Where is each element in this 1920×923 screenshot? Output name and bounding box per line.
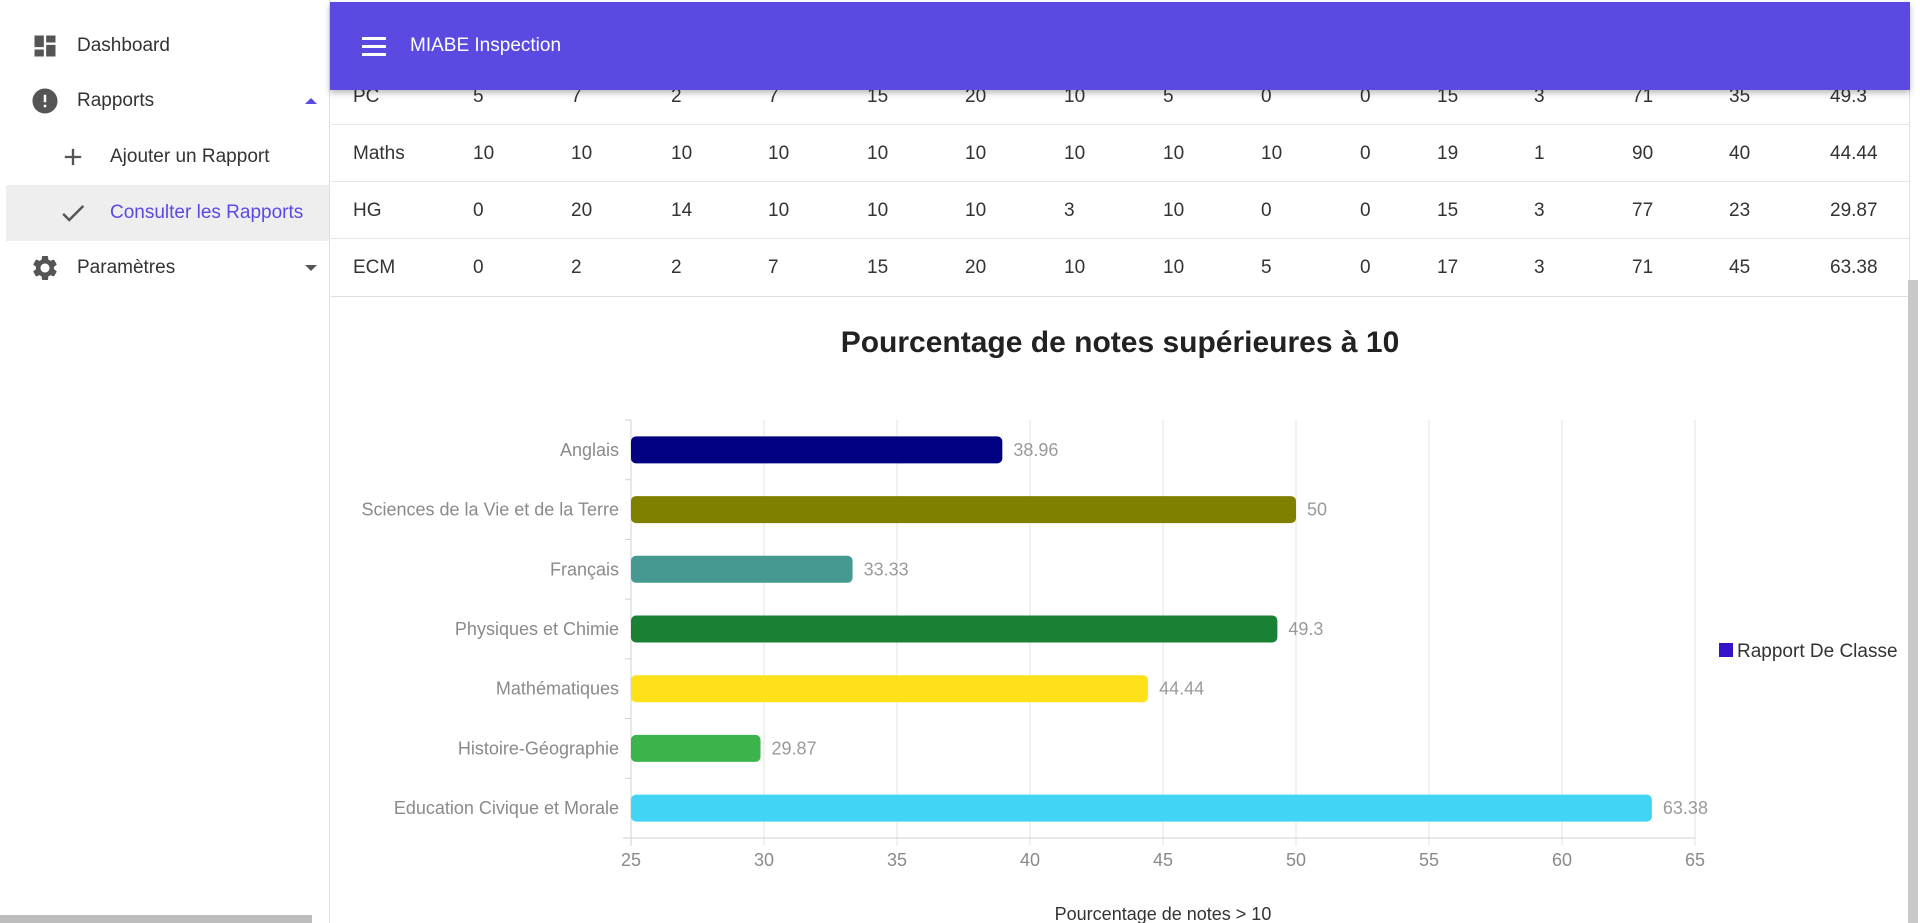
bar [631,615,1278,643]
bar-chart: 25 30 35 40 45 50 55 60 65 Anglais 38.96 Sciences d… [362,419,1898,923]
x-tick-label: 35 [887,850,907,870]
data-label: 38.96 [1013,440,1058,460]
bar [631,555,853,583]
x-tick-label: 65 [1685,850,1705,870]
x-tick-label: 50 [1286,850,1306,870]
legend-swatch [1719,643,1733,657]
data-label: 33.33 [864,559,909,579]
category-label: Français [550,559,619,579]
x-tick-label: 55 [1419,850,1439,870]
app-bar: MIABE Inspection [330,2,1910,90]
category-label: Mathématiques [496,679,619,699]
x-tick-label: 45 [1153,850,1173,870]
x-tick-label: 40 [1020,850,1040,870]
category-label: Sciences de la Vie et de la Terre [362,500,620,520]
category-label: Physiques et Chimie [455,619,619,639]
data-label: 50 [1307,500,1327,520]
data-label: 44.44 [1159,679,1204,699]
x-tick-label: 25 [621,850,641,870]
bar [631,794,1652,822]
page-scrollbar[interactable] [1908,280,1918,923]
data-label: 63.38 [1663,798,1708,818]
data-label: 29.87 [772,738,817,758]
bar [631,496,1296,524]
data-label: 49.3 [1288,619,1323,639]
legend-label: Rapport De Classe [1737,641,1898,662]
x-axis-title: Pourcentage de notes > 10 [1055,904,1272,923]
category-label: Education Civique et Morale [394,798,619,818]
x-tick-label: 30 [754,850,774,870]
app-title: MIABE Inspection [410,35,562,56]
bar [631,436,1003,464]
menu-icon[interactable] [362,31,392,61]
bar [631,734,761,762]
bar [631,675,1149,703]
x-tick-label: 60 [1552,850,1572,870]
category-label: Anglais [560,440,619,460]
category-label: Histoire-Géographie [458,738,619,758]
